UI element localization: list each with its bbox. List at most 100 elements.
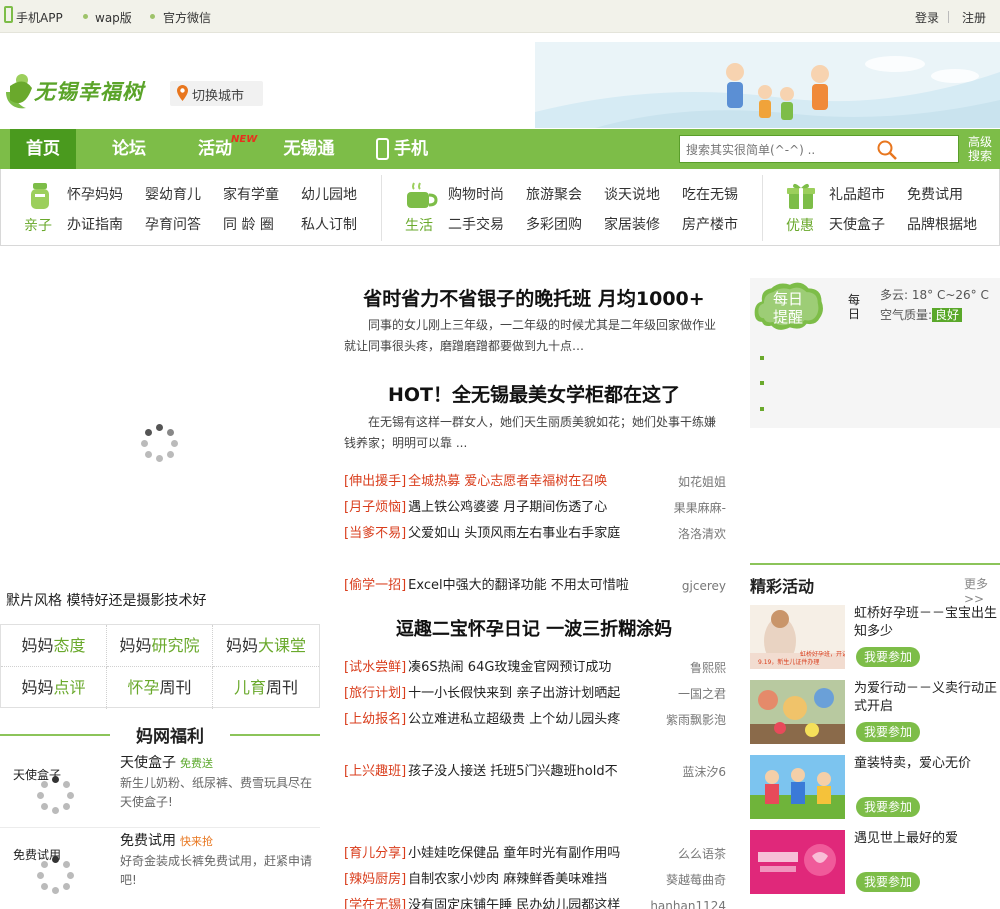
news-row[interactable]: [上兴趣班] 孩子没人接送 托班5门兴趣班hold不 蓝沫汐6: [344, 761, 726, 783]
news-author[interactable]: 么么语茶: [678, 843, 726, 865]
headline[interactable]: HOT！全无锡最美女学柜都在这了: [344, 380, 724, 407]
activity-title[interactable]: 童装特卖，爱心无价: [854, 755, 1000, 773]
news-title[interactable]: 没有固定床铺午睡 民办幼儿园都这样: [408, 898, 620, 909]
news-author[interactable]: 鲁熙熙: [690, 657, 726, 679]
fuli-item[interactable]: 天使盒子 天使盒子 免费送 新生儿奶粉、纸尿裤、费雪玩具尽在天使盒子!: [0, 750, 320, 828]
news-title[interactable]: 十一小长假快来到 亲子出游计划晒起: [408, 686, 620, 701]
news-title[interactable]: 父爱如山 头顶风雨左右事业右手家庭: [408, 526, 620, 541]
activity-title[interactable]: 为爱行动－－义卖行动正式开启: [854, 680, 1000, 716]
news-tag[interactable]: [旅行计划]: [344, 686, 406, 701]
more-link[interactable]: 更多>>: [964, 575, 1000, 606]
category-group-youhui[interactable]: 优惠: [786, 215, 814, 235]
mobile-app-link[interactable]: 手机APP: [16, 9, 63, 26]
news-tag[interactable]: [上幼报名]: [344, 712, 406, 727]
activity-title[interactable]: 虹桥好孕班－－宝宝出生知多少: [854, 605, 1000, 641]
register-link[interactable]: 注册: [962, 9, 986, 26]
headline[interactable]: 省时省力不省银子的晚托班 月均1000+: [344, 284, 724, 311]
news-author[interactable]: 洛洛清欢: [678, 523, 726, 545]
cat-link[interactable]: 免费试用: [907, 184, 963, 204]
news-tag[interactable]: [偷学一招]: [344, 578, 406, 593]
cat-link[interactable]: 礼品超市: [829, 184, 885, 204]
headline[interactable]: 逗趣二宝怀孕日记 一波三折糊涂妈: [344, 615, 724, 641]
fuli-image[interactable]: 免费试用: [8, 834, 108, 894]
news-author[interactable]: gjcerey: [682, 575, 726, 597]
grid-mama-taidu[interactable]: 妈妈态度: [1, 625, 107, 667]
news-row[interactable]: [月子烦恼] 遇上铁公鸡婆婆 月子期间伤透了心 果果麻麻-: [344, 497, 726, 519]
news-tag[interactable]: [月子烦恼]: [344, 500, 406, 515]
activity-title[interactable]: 遇见世上最好的爱: [854, 830, 1000, 848]
cat-link[interactable]: 吃在无锡: [682, 184, 738, 204]
fuli-title-text[interactable]: 免费试用: [120, 833, 176, 849]
cat-link[interactable]: 同 龄 圈: [223, 214, 274, 234]
cat-link[interactable]: 怀孕妈妈: [67, 184, 123, 204]
news-title[interactable]: Excel中强大的翻译功能 不用太可惜啦: [408, 578, 629, 593]
join-button[interactable]: 我要参加: [856, 722, 920, 742]
activity-image[interactable]: [750, 680, 845, 744]
grid-mama-daketang[interactable]: 妈妈大课堂: [213, 625, 319, 667]
cat-link[interactable]: 二手交易: [448, 214, 504, 234]
activity-image[interactable]: [750, 830, 845, 894]
cat-link[interactable]: 婴幼育儿: [145, 184, 201, 204]
news-author[interactable]: 如花姐姐: [678, 471, 726, 493]
nav-mobile-app[interactable]: 手机APP: [394, 129, 464, 199]
activity-image[interactable]: [750, 755, 845, 819]
cat-link[interactable]: 孕育问答: [145, 214, 201, 234]
news-row[interactable]: [育儿分享] 小娃娃吃保健品 童年时光有副作用吗 么么语茶: [344, 843, 726, 865]
cat-link[interactable]: 家有学童: [223, 184, 279, 204]
cat-link[interactable]: 旅游聚会: [526, 184, 582, 204]
news-row[interactable]: [偷学一招] Excel中强大的翻译功能 不用太可惜啦 gjcerey: [344, 575, 726, 597]
news-row[interactable]: [伸出援手] 全城热募 爱心志愿者幸福树在召唤 如花姐姐: [344, 471, 726, 493]
news-title[interactable]: 遇上铁公鸡婆婆 月子期间伤透了心: [408, 500, 607, 515]
news-tag[interactable]: [育儿分享]: [344, 846, 406, 861]
wechat-link[interactable]: 官方微信: [163, 9, 211, 26]
phone-icon[interactable]: [4, 6, 13, 23]
news-title[interactable]: 凑6S热闹 64G玫瑰金官网预订成功: [408, 660, 611, 675]
news-title[interactable]: 全城热募 爱心志愿者幸福树在召唤: [408, 474, 607, 489]
news-author[interactable]: hanhan1124: [650, 895, 726, 909]
join-button[interactable]: 我要参加: [856, 647, 920, 667]
news-row[interactable]: [学在无锡] 没有固定床铺午睡 民办幼儿园都这样 hanhan1124: [344, 895, 726, 909]
grid-huaiyun-zhoukan[interactable]: 怀孕周刊: [107, 667, 213, 709]
news-row[interactable]: [旅行计划] 十一小长假快来到 亲子出游计划晒起 一国之君: [344, 683, 726, 705]
news-tag[interactable]: [当爹不易]: [344, 526, 406, 541]
news-row[interactable]: [当爹不易] 父爱如山 头顶风雨左右事业右手家庭 洛洛清欢: [344, 523, 726, 545]
join-button[interactable]: 我要参加: [856, 797, 920, 817]
news-tag[interactable]: [伸出援手]: [344, 474, 406, 489]
news-title[interactable]: 公立难进私立超级贵 上个幼儿园头疼: [408, 712, 620, 727]
news-tag[interactable]: [上兴趣班]: [344, 764, 406, 779]
news-row[interactable]: [辣妈厨房] 自制农家小炒肉 麻辣鲜香美味难挡 葵越莓曲奇: [344, 869, 726, 891]
search-icon[interactable]: [876, 139, 898, 161]
news-author[interactable]: 蓝沫汐6: [682, 761, 726, 783]
activity-item[interactable]: 为爱行动－－义卖行动正式开启 我要参加: [750, 680, 1000, 748]
activity-item[interactable]: 遇见世上最好的爱 我要参加: [750, 830, 1000, 898]
login-link[interactable]: 登录: [915, 9, 939, 26]
news-title[interactable]: 孩子没人接送 托班5门兴趣班hold不: [408, 764, 617, 779]
slider-caption[interactable]: 默片风格 模特好还是摄影技术好: [6, 590, 206, 610]
switch-city-button[interactable]: 切换城市: [170, 81, 263, 106]
nav-home[interactable]: 首页: [10, 129, 76, 169]
news-tag[interactable]: [辣妈厨房]: [344, 872, 406, 887]
news-row[interactable]: [上幼报名] 公立难进私立超级贵 上个幼儿园头疼 紫雨飘影泡: [344, 709, 726, 731]
news-author[interactable]: 紫雨飘影泡: [666, 709, 726, 731]
news-row[interactable]: [试水尝鲜] 凑6S热闹 64G玫瑰金官网预订成功 鲁熙熙: [344, 657, 726, 679]
grid-yuer-zhoukan[interactable]: 儿育周刊: [213, 667, 319, 709]
cat-link[interactable]: 办证指南: [67, 214, 123, 234]
nav-wuxitong[interactable]: 无锡通: [268, 129, 350, 169]
activity-item[interactable]: 虹桥好孕班，开讲啦～ 9.19，新生儿证件办理 虹桥好孕班－－宝宝出生知多少 我…: [750, 605, 1000, 673]
news-title[interactable]: 自制农家小炒肉 麻辣鲜香美味难挡: [408, 872, 607, 887]
category-group-shenghuo[interactable]: 生活: [405, 215, 433, 235]
cat-link[interactable]: 家居装修: [604, 214, 660, 234]
fuli-title-text[interactable]: 天使盒子: [120, 755, 176, 771]
cat-link[interactable]: 幼儿园地: [301, 184, 357, 204]
news-author[interactable]: 一国之君: [678, 683, 726, 705]
site-logo[interactable]: 无锡幸福树: [2, 70, 162, 114]
cat-link[interactable]: 私人订制: [301, 214, 357, 234]
news-tag[interactable]: [试水尝鲜]: [344, 660, 406, 675]
cat-link[interactable]: 房产楼市: [682, 214, 738, 234]
cat-link[interactable]: 谈天说地: [604, 184, 660, 204]
activity-item[interactable]: 童装特卖，爱心无价 我要参加: [750, 755, 1000, 823]
wap-link[interactable]: wap版: [95, 9, 132, 26]
nav-forum[interactable]: 论坛: [96, 129, 162, 169]
fuli-item[interactable]: 免费试用 免费试用 快来抢 好奇金装成长裤免费试用，赶紧申请吧!: [0, 828, 320, 906]
grid-mama-yanjiuyuan[interactable]: 妈妈研究院: [107, 625, 213, 667]
